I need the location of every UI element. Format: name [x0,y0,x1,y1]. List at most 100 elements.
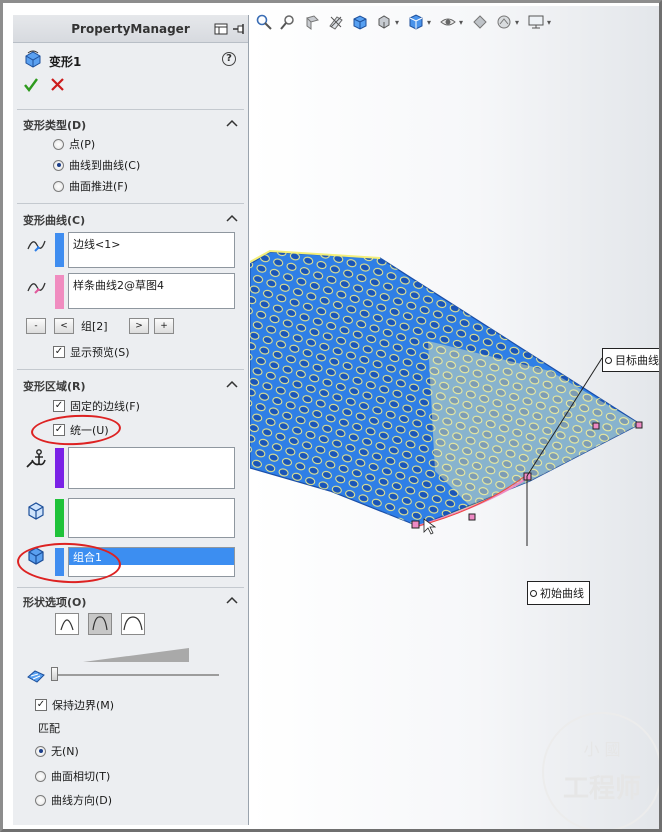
dropdown-arrow-icon[interactable]: ▾ [547,18,551,27]
deformed-perforated-sheet-model[interactable] [250,236,662,546]
fixed-edges-anchor-icon [26,449,46,468]
stiffness-medium-icon [92,616,108,631]
shape-stiffness-max-button[interactable] [121,613,145,635]
curve-control-point[interactable] [592,422,600,430]
deform-feature-icon [25,50,41,68]
group-next-button[interactable]: > [129,318,149,334]
keep-boundary-label: 保持边界(M) [52,699,115,712]
initial-curve-icon [27,240,46,252]
screenshot-frame: PropertyManager 变形1 ? 变形类型(D) 点(P) 曲线到曲线… [0,0,662,832]
panel-header: PropertyManager [13,15,248,43]
deform-curves-title: 变形曲线(C) [23,214,86,227]
initial-curve-callout[interactable]: 初始曲线 [527,581,590,605]
radio-point-label: 点(P) [69,138,96,151]
curve-control-point[interactable] [411,520,420,529]
group-add-button[interactable]: + [154,318,174,334]
match-label: 匹配 [38,722,60,735]
match-curve-direction-radio[interactable]: 曲线方向(D) [35,792,112,808]
feature-title-row: 变形1 ? [13,43,248,73]
initial-curve-color-bar [55,233,64,267]
previous-view-icon[interactable] [304,14,320,30]
pin-icon[interactable] [232,22,246,36]
match-none-radio[interactable]: 无(N) [35,743,79,759]
checkbox-checked[interactable]: ✓ [35,699,47,711]
shape-options-title: 形状选项(O) [23,596,87,609]
radio-button[interactable] [35,794,46,806]
fixed-edges-checkbox[interactable]: ✓ 固定的边线(F) [53,398,140,414]
watermark-seal-logo: 小 國 工程师 [542,712,659,829]
match-none-label: 无(N) [51,745,79,758]
chevron-up-icon[interactable] [226,119,238,127]
show-preview-checkbox[interactable]: ✓ 显示预览(S) [53,344,130,360]
panel-layout-icon[interactable] [214,22,228,36]
feature-name: 变形1 [49,55,82,69]
target-curve-callout[interactable]: 目标曲线 [602,348,659,372]
checkbox-checked[interactable]: ✓ [53,346,65,358]
view-settings-icon[interactable] [496,14,512,30]
radio-button[interactable] [53,180,64,192]
chevron-up-icon[interactable] [226,596,238,604]
curve-control-point[interactable] [468,513,476,521]
divider [17,203,244,204]
shape-stiffness-medium-button[interactable] [88,613,112,635]
shape-accuracy-ramp [83,648,189,662]
watermark-bottom-text: 工程师 [562,774,641,804]
radio-button-selected[interactable] [53,159,64,171]
apply-scene-icon[interactable] [472,14,488,30]
monitor-display-icon[interactable] [528,14,544,30]
hide-show-items-icon[interactable] [408,14,424,30]
curve-control-point[interactable] [635,421,643,429]
red-annotation-ellipse [30,412,122,448]
chevron-up-icon[interactable] [226,380,238,388]
shape-accuracy-slider-track[interactable] [53,674,219,676]
target-curve-list[interactable]: 样条曲线2@草图4 [68,273,235,309]
radio-button[interactable] [35,770,46,782]
dropdown-arrow-icon[interactable]: ▾ [515,18,519,27]
graphics-viewport[interactable]: ▾ ▾ ▾ ▾ ▾ 目标曲线 初始曲线 小 國 工程师 [250,6,662,829]
checkbox-checked[interactable]: ✓ [53,400,65,412]
chevron-up-icon[interactable] [226,214,238,222]
fixed-edges-label: 固定的边线(F) [70,400,140,413]
target-curve-item[interactable]: 样条曲线2@草图4 [73,279,164,292]
dropdown-arrow-icon[interactable]: ▾ [395,18,399,27]
match-tangent-label: 曲面相切(T) [51,770,111,783]
group-prev-button[interactable]: < [54,318,74,334]
keep-boundary-checkbox[interactable]: ✓ 保持边界(M) [35,697,114,713]
edit-appearance-eye-icon[interactable] [440,14,456,30]
initial-curve-item[interactable]: 边线<1> [73,238,120,251]
target-curve-callout-label: 目标曲线 [615,354,659,367]
shape-accuracy-slider-thumb[interactable] [51,667,58,681]
faces-color-bar [55,499,64,537]
zoom-to-fit-icon[interactable] [256,14,272,30]
view-orientation-icon[interactable] [352,14,368,30]
divider [17,109,244,110]
help-icon[interactable]: ? [222,52,236,66]
divider [17,369,244,370]
group-label: 组[2] [81,320,108,333]
show-preview-label: 显示预览(S) [70,346,130,359]
match-curve-direction-label: 曲线方向(D) [51,794,113,807]
fixed-edges-list[interactable] [68,447,235,489]
radio-surface-push[interactable]: 曲面推进(F) [53,178,128,194]
stiffness-max-icon [123,616,143,631]
radio-button[interactable] [53,138,64,150]
radio-curve-to-curve[interactable]: 曲线到曲线(C) [53,157,140,173]
deform-type-title: 变形类型(D) [23,119,87,132]
section-view-icon[interactable] [328,14,344,30]
shape-stiffness-min-button[interactable] [55,613,79,635]
faces-list[interactable] [68,498,235,538]
stiffness-min-icon [60,619,74,631]
dropdown-arrow-icon[interactable]: ▾ [427,18,431,27]
radio-button-selected[interactable] [35,745,46,757]
group-remove-button[interactable]: - [26,318,46,334]
display-style-icon[interactable] [376,14,392,30]
ok-checkmark-icon[interactable] [23,77,39,93]
radio-surface-push-label: 曲面推进(F) [69,180,128,193]
dropdown-arrow-icon[interactable]: ▾ [459,18,463,27]
initial-curve-list[interactable]: 边线<1> [68,232,235,268]
zoom-area-icon[interactable] [280,14,296,30]
cancel-x-icon[interactable] [51,78,64,91]
target-curve-color-bar [55,275,64,309]
match-tangent-radio[interactable]: 曲面相切(T) [35,768,110,784]
radio-point[interactable]: 点(P) [53,136,95,152]
